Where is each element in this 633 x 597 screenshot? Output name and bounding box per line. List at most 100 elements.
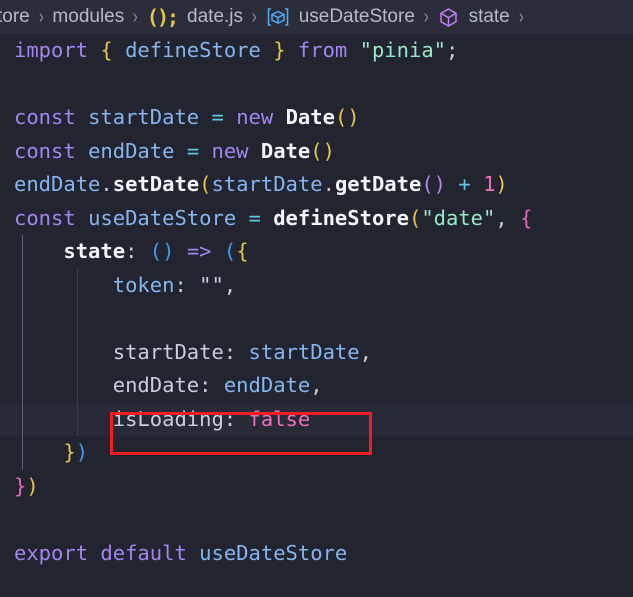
indent-guide (22, 302, 23, 336)
breadcrumb-item-usedatestore[interactable]: useDateStore (265, 6, 416, 28)
token-colon: : (174, 272, 187, 297)
code-line[interactable]: import { defineStore } from "pinia"; (0, 34, 633, 68)
code-line-blank[interactable] (0, 68, 633, 102)
token-class-date: Date (285, 105, 335, 129)
indent-guide (22, 436, 23, 470)
token-string-date: "date" (421, 205, 496, 230)
token-method-setdate: setDate (112, 172, 200, 196)
code-line[interactable]: startDate: startDate, (0, 335, 633, 369)
token-class-date: Date (260, 138, 311, 163)
variable-icon (266, 7, 290, 27)
code-line[interactable]: const useDateStore = defineStore("date",… (0, 202, 633, 236)
token-operator-equals: = (211, 105, 224, 129)
indent-guide (76, 402, 78, 436)
breadcrumb-item-date-js[interactable]: (); date.js (146, 5, 244, 29)
code-line[interactable]: }) (0, 436, 633, 470)
token-operator-equals: = (186, 138, 200, 163)
breadcrumb-separator-icon: › (38, 5, 44, 28)
code-line[interactable]: const startDate = new Date() (0, 101, 633, 135)
token-colon: : (223, 339, 237, 364)
breadcrumb-separator-icon: › (423, 5, 429, 28)
token-identifier-usedatestore: useDateStore (199, 540, 348, 565)
indent-guide (22, 369, 23, 403)
token-comma: , (310, 373, 323, 397)
token-paren-close: ) (26, 473, 39, 498)
indent-guide (76, 369, 78, 403)
token-brace-close: } (273, 38, 286, 62)
token-string-pinia: "pinia" (359, 38, 447, 62)
token-paren-open: ( (223, 239, 237, 263)
code-line-isloading[interactable]: isLoading: false (0, 402, 633, 436)
code-line[interactable]: const endDate = new Date() (0, 135, 633, 169)
token-key-isloading: isLoading (112, 406, 224, 431)
token-parens: () (149, 239, 175, 263)
breadcrumb-item-store[interactable]: tore (0, 6, 31, 28)
breadcrumb-separator-icon: › (518, 5, 524, 28)
token-number-1: 1 (483, 172, 496, 196)
token-keyword-new: new (236, 105, 274, 129)
token-identifier-definestore: defineStore (125, 38, 261, 62)
token-value-startdate: startDate (248, 339, 360, 364)
indent-guide (76, 335, 78, 369)
token-brace-open: { (520, 205, 533, 230)
token-paren-close: ) (495, 172, 508, 196)
breadcrumb-label-date-js: date.js (187, 6, 244, 27)
token-identifier-enddate: endDate (88, 138, 175, 163)
breadcrumb-label-modules: modules (52, 6, 125, 27)
code-line-blank[interactable] (0, 302, 633, 336)
indent-guide (22, 235, 23, 269)
indent-guide (22, 402, 23, 436)
token-boolean-false: false (248, 406, 311, 431)
token-keyword-from: from (297, 38, 348, 62)
token-keyword-import: import (14, 38, 89, 62)
token-paren-close: ) (75, 440, 89, 464)
token-semicolon: ; (446, 38, 459, 62)
token-colon: : (223, 406, 237, 431)
token-keyword-export: export (14, 540, 89, 565)
token-operator-plus: + (458, 172, 471, 196)
code-line[interactable]: }) (0, 470, 633, 504)
token-keyword-const: const (14, 205, 76, 230)
breadcrumb-item-state[interactable]: state (437, 6, 511, 28)
token-key-enddate: endDate (112, 373, 200, 397)
breadcrumb-separator-icon: › (251, 5, 257, 28)
token-string-empty: "" (199, 272, 224, 297)
breadcrumb-item-modules[interactable]: modules (51, 6, 125, 28)
indent-guide (76, 268, 78, 302)
token-comma: , (359, 339, 372, 364)
token-colon: : (125, 239, 138, 263)
code-line[interactable]: export default useDateStore (0, 537, 633, 571)
code-line[interactable]: endDate.setDate(startDate.getDate() + 1) (0, 168, 633, 202)
token-brace-close: } (14, 473, 27, 498)
token-parens: () (310, 138, 335, 163)
token-paren-open: ( (199, 172, 212, 196)
property-cube-icon (438, 7, 459, 28)
token-identifier-enddate: endDate (14, 172, 101, 196)
code-line[interactable]: state: () => ({ (0, 235, 633, 269)
breadcrumb[interactable]: tore › modules › (); date.js › useDateSt… (0, 0, 633, 34)
code-editor-screenshot: tore › modules › (); date.js › useDateSt… (0, 0, 633, 597)
token-identifier-startdate: startDate (88, 105, 200, 129)
indent-guide (22, 335, 23, 369)
indent-guide (76, 302, 78, 336)
token-keyword-default: default (100, 540, 187, 565)
token-keyword-const: const (14, 105, 76, 129)
token-keyword-new: new (211, 138, 249, 163)
breadcrumb-label-store: tore (0, 6, 30, 27)
token-brace-open: { (100, 38, 113, 62)
code-line-blank[interactable] (0, 503, 633, 537)
token-parens: () (421, 172, 447, 196)
code-line[interactable]: token: "", (0, 268, 633, 302)
token-identifier-usedatestore: useDateStore (88, 205, 237, 230)
token-identifier-startdate: startDate (211, 172, 323, 196)
breadcrumb-label-usedatestore: useDateStore (298, 6, 415, 27)
token-method-getdate: getDate (334, 172, 422, 196)
token-arrow: => (186, 239, 212, 263)
token-comma: , (495, 205, 508, 230)
code-line[interactable]: endDate: endDate, (0, 369, 633, 403)
token-colon: : (199, 373, 212, 397)
token-comma: , (223, 272, 237, 297)
breadcrumb-separator-icon: › (133, 5, 138, 28)
code-editor-area[interactable]: import { defineStore } from "pinia"; con… (0, 34, 633, 597)
token-operator-equals: = (248, 205, 261, 230)
